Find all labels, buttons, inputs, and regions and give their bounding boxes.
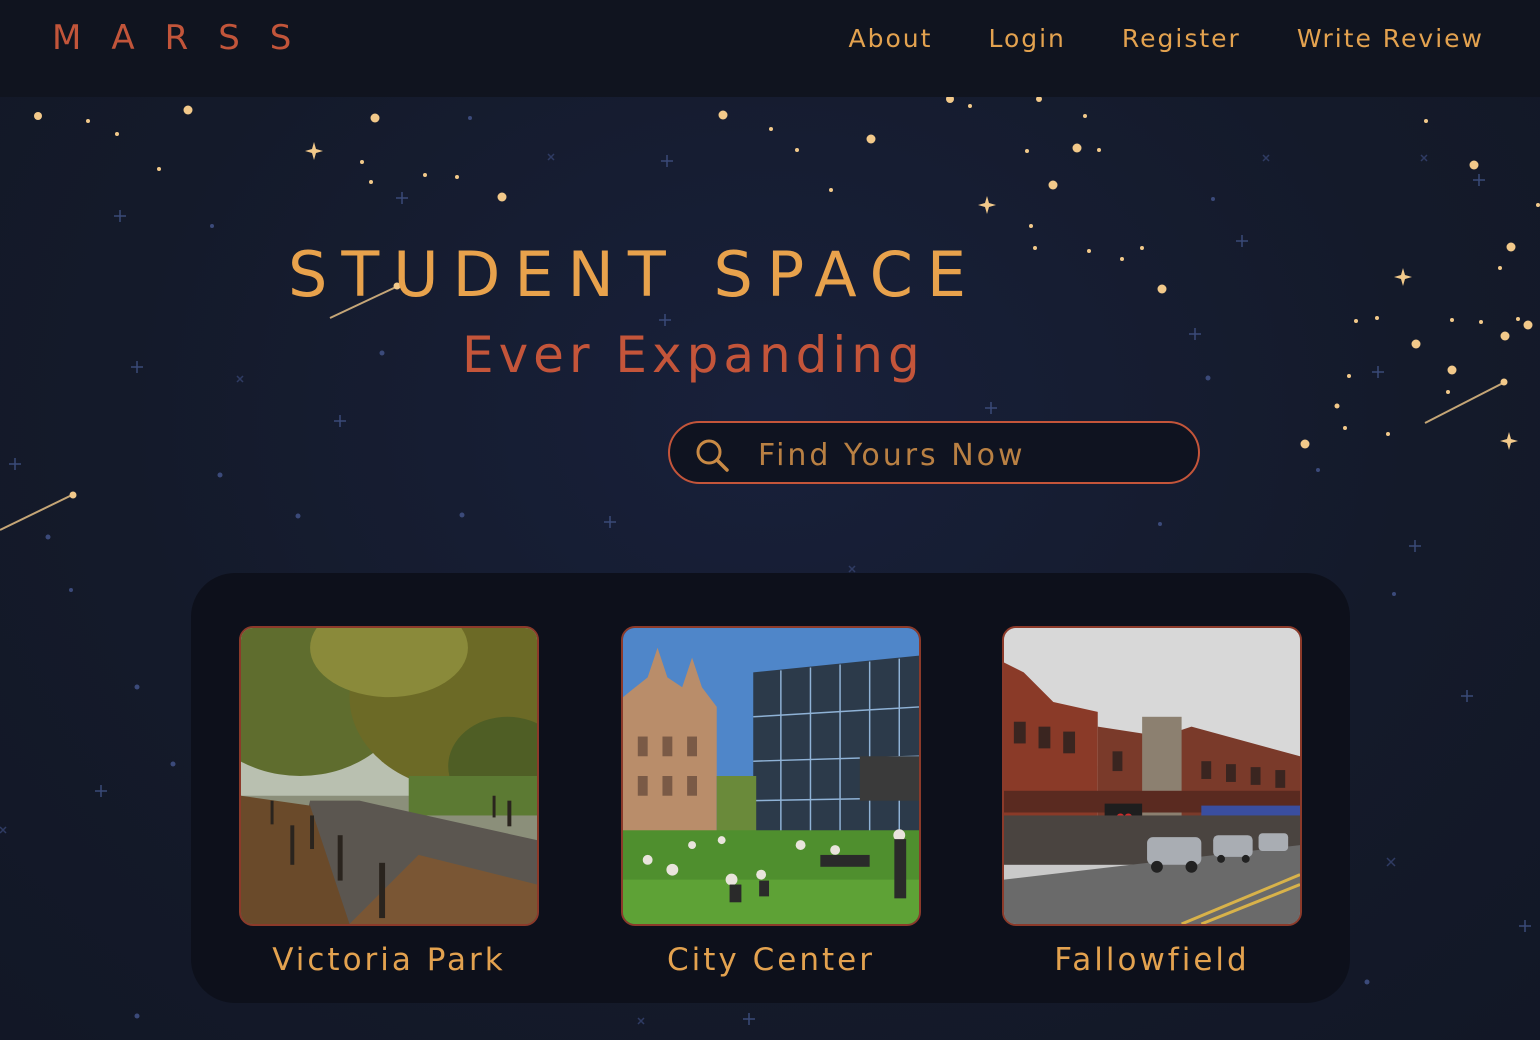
nav-link-login[interactable]: Login [988, 24, 1065, 53]
page: MARSS About Login Register Write Review … [0, 0, 1540, 1040]
area-card-city-center[interactable]: City Center [621, 626, 921, 978]
victoria-park-photo[interactable] [239, 626, 539, 926]
area-card-fallowfield[interactable]: Fallowfield [1002, 626, 1302, 978]
navbar: MARSS About Login Register Write Review [0, 0, 1540, 97]
area-card-label: Fallowfield [1054, 942, 1250, 978]
search-icon[interactable] [694, 437, 730, 473]
nav-link-write-review[interactable]: Write Review [1297, 24, 1484, 53]
fallowfield-photo[interactable] [1002, 626, 1302, 926]
brand-logo[interactable]: MARSS [52, 18, 321, 58]
city-center-photo[interactable] [621, 626, 921, 926]
hero-subtitle: Ever Expanding [462, 326, 925, 384]
hero-title: STUDENT SPACE [288, 238, 981, 311]
search-bar[interactable] [668, 421, 1200, 484]
area-card-label: Victoria Park [272, 942, 506, 978]
area-cards-panel: Victoria Park City Center Fallowfield [191, 573, 1350, 1003]
nav-links: About Login Register Write Review [849, 24, 1484, 53]
area-card-victoria-park[interactable]: Victoria Park [239, 626, 539, 978]
nav-link-about[interactable]: About [849, 24, 933, 53]
area-card-label: City Center [667, 942, 875, 978]
search-input[interactable] [756, 435, 1180, 475]
nav-link-register[interactable]: Register [1122, 24, 1241, 53]
